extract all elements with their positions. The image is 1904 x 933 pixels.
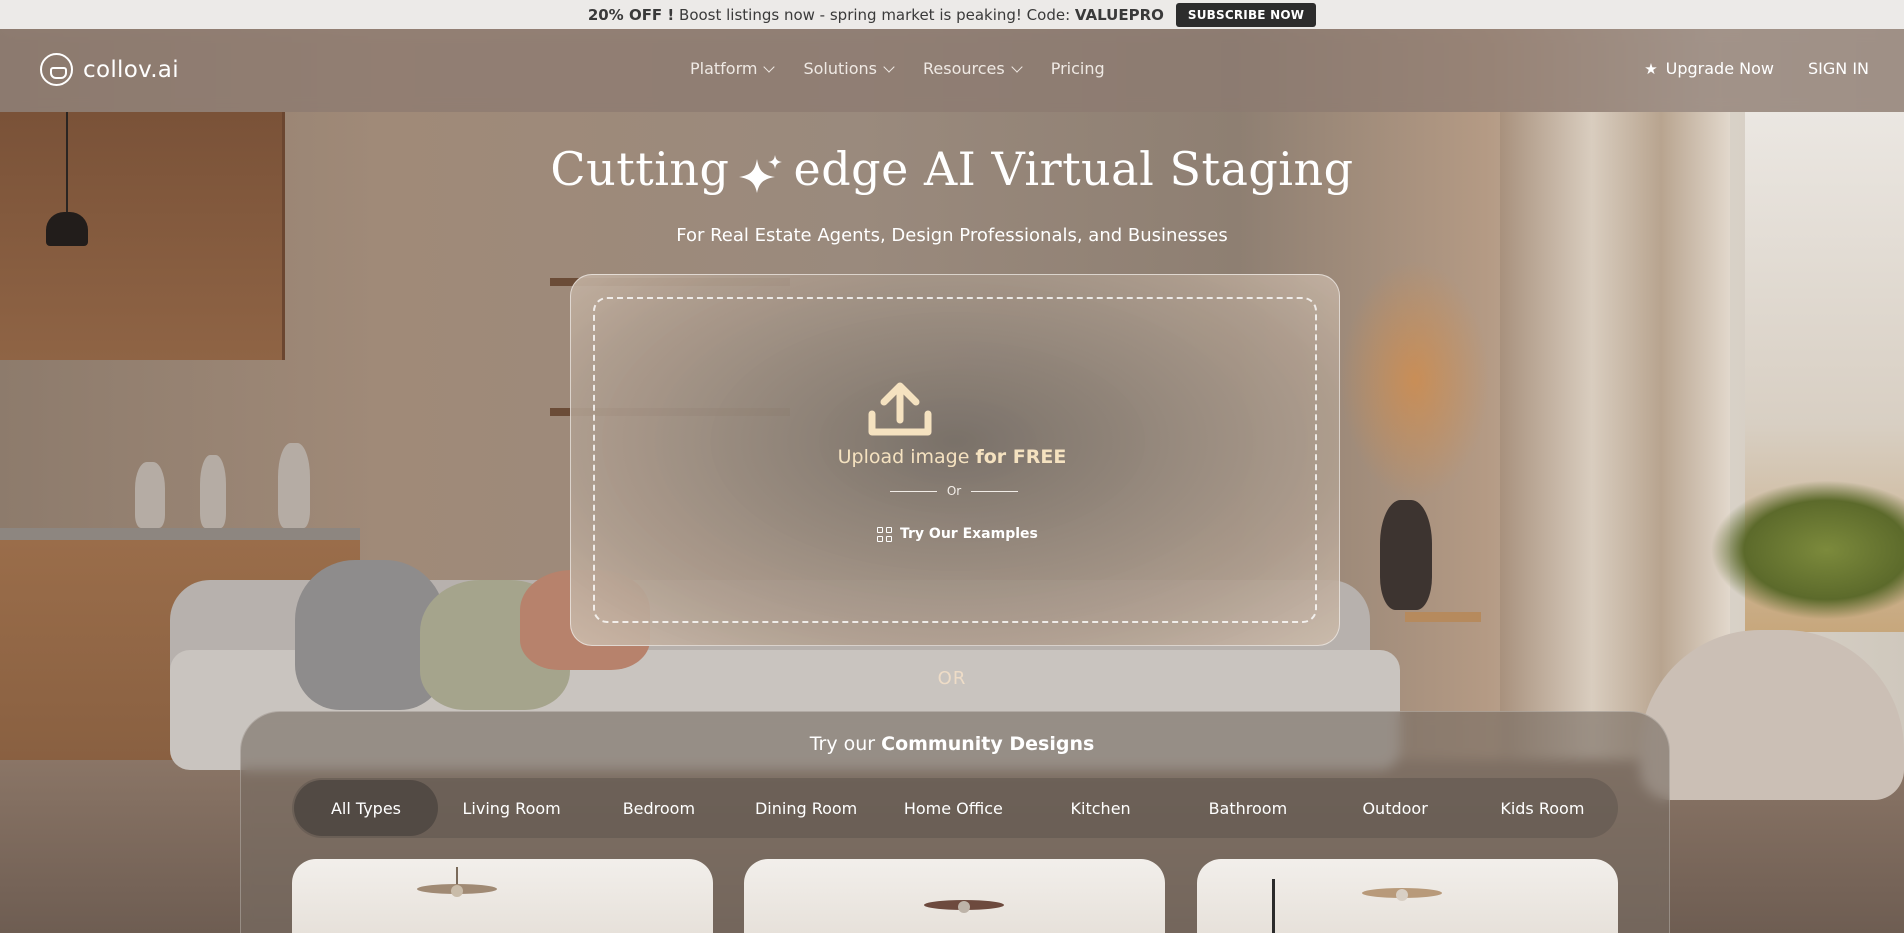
title-part-1: Cutting xyxy=(550,142,730,196)
chevron-down-icon xyxy=(1011,60,1023,73)
page-title: Cutting edge AI Virtual Staging xyxy=(0,142,1904,196)
upload-label-bold: for FREE xyxy=(975,446,1067,468)
title-part-2: edge AI Virtual Staging xyxy=(793,142,1354,196)
room-type-tabs: All Types Living Room Bedroom Dining Roo… xyxy=(292,778,1618,838)
ceiling-fan-image xyxy=(1362,888,1442,901)
subscribe-now-button[interactable]: SUBSCRIBE NOW xyxy=(1175,2,1317,27)
chevron-down-icon xyxy=(883,60,895,73)
promo-discount: 20% OFF ! xyxy=(587,5,675,24)
tab-kitchen[interactable]: Kitchen xyxy=(1027,780,1174,836)
upgrade-label: Upgrade Now xyxy=(1665,59,1774,78)
grid-icon xyxy=(877,526,892,542)
community-title-prefix: Try our xyxy=(809,733,876,755)
upload-label[interactable]: Upload image for FREE xyxy=(0,446,1904,468)
nav-label: Pricing xyxy=(1050,59,1105,78)
promo-text: Boost listings now - spring market is pe… xyxy=(679,5,1071,24)
or-separator: Or xyxy=(890,484,1019,498)
sign-in-link[interactable]: SIGN IN xyxy=(1808,59,1869,78)
or-label: Or xyxy=(946,484,962,498)
logo-text: collov.ai xyxy=(83,56,179,83)
window-frame xyxy=(1272,879,1275,933)
outdoor-tree xyxy=(1710,480,1904,620)
tab-all-types[interactable]: All Types xyxy=(294,780,438,836)
tab-dining-room[interactable]: Dining Room xyxy=(733,780,880,836)
site-header: collov.ai Platform Solutions Resources P… xyxy=(0,29,1904,112)
nav-label: Solutions xyxy=(803,59,877,78)
promo-code: VALUEPRO xyxy=(1074,5,1164,24)
promo-banner: 20% OFF ! Boost listings now - spring ma… xyxy=(0,0,1904,29)
or-divider: OR xyxy=(937,668,967,689)
divider-line xyxy=(890,490,937,492)
tab-home-office[interactable]: Home Office xyxy=(880,780,1027,836)
sparkle-icon xyxy=(739,155,783,193)
tab-kids-room[interactable]: Kids Room xyxy=(1469,780,1616,836)
floor-vase xyxy=(1380,500,1432,610)
community-title-bold: Community Designs xyxy=(881,733,1095,755)
logo-icon xyxy=(40,53,73,86)
hero-subtitle: For Real Estate Agents, Design Professio… xyxy=(676,225,1228,246)
nav-label: Resources xyxy=(923,59,1005,78)
tab-bathroom[interactable]: Bathroom xyxy=(1174,780,1321,836)
tab-outdoor[interactable]: Outdoor xyxy=(1322,780,1469,836)
upgrade-now-button[interactable]: ★ Upgrade Now xyxy=(1644,59,1774,78)
divider-line xyxy=(971,490,1019,492)
design-card[interactable] xyxy=(292,859,713,933)
ceiling-fan-image xyxy=(924,900,1004,913)
nav-resources[interactable]: Resources xyxy=(923,59,1023,78)
nav-platform[interactable]: Platform xyxy=(690,59,776,78)
ceiling-fan-image xyxy=(417,867,497,897)
design-card[interactable] xyxy=(744,859,1165,933)
star-icon: ★ xyxy=(1644,59,1658,78)
nav-solutions[interactable]: Solutions xyxy=(803,59,895,78)
tab-living-room[interactable]: Living Room xyxy=(438,780,585,836)
nav-pricing[interactable]: Pricing xyxy=(1051,59,1105,78)
try-examples-button[interactable]: Try Our Examples xyxy=(877,526,1038,542)
design-card[interactable] xyxy=(1197,859,1618,933)
nav-label: Platform xyxy=(690,59,758,78)
logo[interactable]: collov.ai xyxy=(40,53,179,86)
decor-vase xyxy=(135,462,165,528)
upload-label-prefix: Upload image xyxy=(837,446,970,468)
tab-bedroom[interactable]: Bedroom xyxy=(585,780,732,836)
header-actions: ★ Upgrade Now SIGN IN xyxy=(1644,59,1869,78)
community-title: Try our Community Designs xyxy=(0,733,1904,755)
examples-label: Try Our Examples xyxy=(900,526,1038,542)
chevron-down-icon xyxy=(763,60,776,73)
main-nav: Platform Solutions Resources Pricing xyxy=(690,59,1105,78)
promo-message: 20% OFF ! Boost listings now - spring ma… xyxy=(588,6,1164,24)
side-stool xyxy=(1405,612,1481,712)
